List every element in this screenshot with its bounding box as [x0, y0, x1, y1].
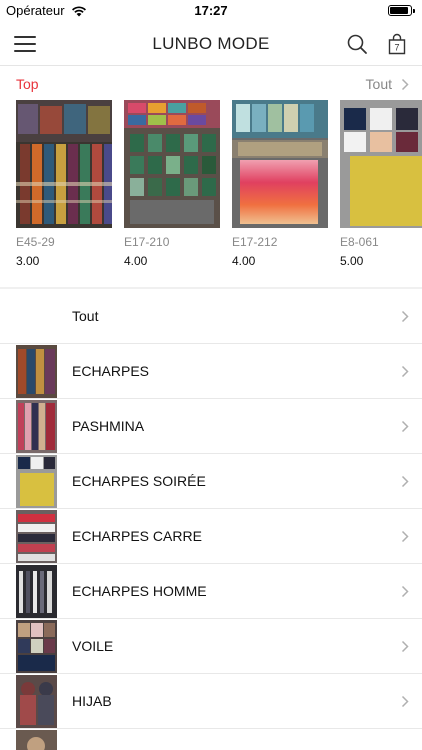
category-thumbnail [16, 510, 57, 563]
category-label: HIJAB [72, 693, 112, 709]
category-label: PASHMINA [72, 418, 145, 434]
top-section-header: Top Tout [0, 66, 422, 100]
clock: 17:27 [194, 3, 228, 18]
product-price: 4.00 [232, 254, 256, 268]
chevron-right-icon [401, 695, 409, 708]
chevron-right-icon [401, 420, 409, 433]
category-thumbnail [16, 400, 57, 453]
product-photo [124, 100, 220, 228]
chevron-right-icon [401, 530, 409, 543]
category-row-pashmina[interactable]: PASHMINA [0, 399, 422, 454]
category-label: ECHARPES [72, 363, 150, 379]
product-price: 4.00 [124, 254, 148, 268]
status-bar: Opérateur 17:27 [0, 0, 422, 22]
category-row-hijab[interactable]: HIJAB [0, 674, 422, 729]
chevron-right-icon [401, 475, 409, 488]
category-thumbnail [16, 730, 57, 750]
category-label: Tout [72, 308, 99, 324]
product-price: 3.00 [16, 254, 40, 268]
category-row-voile[interactable]: VOILE [0, 619, 422, 674]
app-title: LUNBO MODE [152, 33, 270, 53]
product-code: E17-210 [124, 235, 170, 249]
category-row-echarpes[interactable]: ECHARPES [0, 344, 422, 399]
product-code: E17-212 [232, 235, 278, 249]
category-row-echarpes-homme[interactable]: ECHARPES HOMME [0, 564, 422, 619]
category-row-echarpes-soiree[interactable]: ECHARPES SOIRÉE [0, 454, 422, 509]
battery-icon [388, 5, 415, 16]
category-row-partial[interactable] [0, 729, 422, 750]
product-code: E45-29 [16, 235, 55, 249]
battery-indicator [388, 5, 415, 16]
product-code: E8-061 [340, 235, 379, 249]
category-thumbnail [16, 345, 57, 398]
navigation-bar: LUNBO MODE 7 [0, 22, 422, 66]
category-thumbnail [16, 620, 57, 673]
category-row-echarpes-carre[interactable]: ECHARPES CARRE [0, 509, 422, 564]
shopping-bag-icon[interactable]: 7 [386, 33, 408, 55]
product-card[interactable]: E45-29 3.00 [16, 100, 112, 268]
chevron-right-icon [401, 365, 409, 378]
cart-count: 7 [394, 43, 399, 53]
product-price: 5.00 [340, 254, 364, 268]
menu-icon[interactable] [14, 36, 36, 52]
chevron-right-icon [401, 310, 409, 323]
product-photo [16, 100, 112, 228]
category-label: VOILE [72, 638, 114, 654]
product-card[interactable]: E17-212 4.00 [232, 100, 328, 268]
category-thumbnail [16, 675, 57, 728]
product-card[interactable]: E17-210 4.00 [124, 100, 220, 268]
top-see-all-link[interactable]: Tout [366, 76, 392, 92]
battery-fill [390, 7, 408, 14]
chevron-right-icon [401, 640, 409, 653]
product-card[interactable]: E8-061 5.00 [340, 100, 422, 268]
chevron-right-icon [401, 585, 409, 598]
category-row-all[interactable]: Tout [0, 289, 422, 344]
top-section-title: Top [16, 76, 39, 92]
category-thumbnail [16, 455, 57, 508]
product-photo [340, 100, 422, 228]
top-products-carousel[interactable]: E45-29 3.00 E17-210 4.00 E17-212 4.00 E8… [0, 100, 422, 270]
chevron-right-icon [401, 78, 409, 91]
category-label: ECHARPES CARRE [72, 528, 202, 544]
category-list: Tout ECHARPES PASHMINA ECHARPES SOIRÉE E… [0, 289, 422, 750]
product-photo [232, 100, 328, 228]
category-label: ECHARPES SOIRÉE [72, 473, 206, 489]
category-thumbnail [16, 565, 57, 618]
search-icon[interactable] [346, 33, 368, 55]
category-label: ECHARPES HOMME [72, 583, 207, 599]
